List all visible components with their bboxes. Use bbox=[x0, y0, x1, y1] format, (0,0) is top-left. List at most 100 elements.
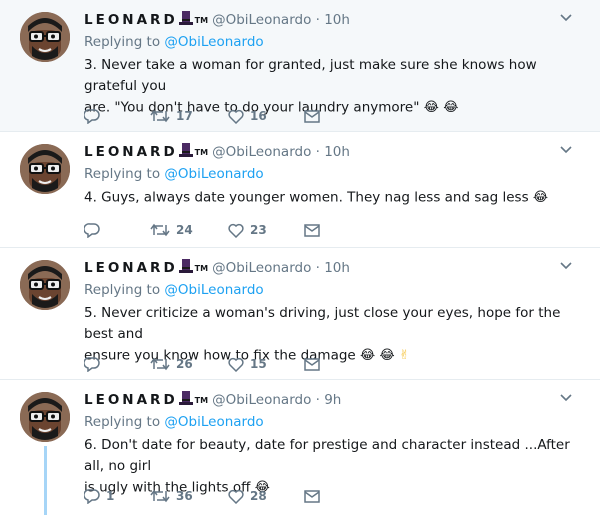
retweet-icon bbox=[150, 223, 170, 237]
avatar[interactable] bbox=[20, 260, 70, 310]
replying-to-label: Replying to bbox=[84, 166, 165, 182]
trademark-label: TM bbox=[194, 263, 209, 273]
retweet-count: 36 bbox=[176, 489, 193, 503]
dm-button[interactable] bbox=[304, 223, 326, 237]
joy-emoji-icon: 😂 bbox=[443, 100, 459, 115]
handle-timestamp[interactable]: @ObiLeonardo · 10h bbox=[212, 144, 350, 160]
reply-icon bbox=[84, 222, 100, 238]
display-name[interactable]: LEONARD bbox=[84, 12, 178, 28]
handle-timestamp[interactable]: @ObiLeonardo · 10h bbox=[212, 12, 350, 28]
retweet-button[interactable]: 17 bbox=[150, 109, 228, 123]
like-count: 28 bbox=[250, 489, 267, 503]
avatar-icon bbox=[20, 12, 70, 62]
handle-timestamp[interactable]: @ObiLeonardo · 10h bbox=[212, 260, 350, 276]
joy-emoji-icon: 😂 bbox=[379, 348, 395, 363]
tweet-header: LEONARD TM @ObiLeonardo · 10h bbox=[84, 10, 350, 30]
top-hat-icon bbox=[178, 258, 193, 278]
tweet-text-line: 5. Never criticize a woman's driving, ju… bbox=[84, 305, 561, 342]
replying-to: Replying to @ObiLeonardo bbox=[84, 166, 264, 182]
heart-icon bbox=[228, 357, 244, 372]
tweet-text-line: 4. Guys, always date younger women. They… bbox=[84, 189, 529, 206]
tweet-header: LEONARD TM @ObiLeonardo · 10h bbox=[84, 258, 350, 278]
joy-emoji-icon: 😂 bbox=[423, 100, 439, 115]
envelope-icon bbox=[304, 357, 320, 371]
tweet-header: LEONARD TM @ObiLeonardo · 10h bbox=[84, 142, 350, 162]
trademark-label: TM bbox=[194, 147, 209, 157]
display-name[interactable]: LEONARD bbox=[84, 144, 178, 160]
trademark-label: TM bbox=[194, 395, 209, 405]
replying-to-handle[interactable]: @ObiLeonardo bbox=[164, 34, 263, 50]
avatar-icon bbox=[20, 260, 70, 310]
display-name[interactable]: LEONARD bbox=[84, 260, 178, 276]
retweet-icon bbox=[150, 357, 170, 371]
replying-to: Replying to @ObiLeonardo bbox=[84, 34, 264, 50]
retweet-icon bbox=[150, 109, 170, 123]
retweet-button[interactable]: 36 bbox=[150, 489, 228, 503]
tweet-text-line: 3. Never take a woman for granted, just … bbox=[84, 57, 537, 94]
joy-emoji-icon: 😂 bbox=[360, 348, 376, 363]
tweet-actions: 24 23 bbox=[84, 220, 326, 240]
display-name[interactable]: LEONARD bbox=[84, 392, 178, 408]
like-button[interactable]: 16 bbox=[228, 109, 304, 124]
reply-icon bbox=[84, 108, 100, 124]
like-button[interactable]: 28 bbox=[228, 489, 304, 504]
retweet-count: 17 bbox=[176, 109, 193, 123]
replying-to-handle[interactable]: @ObiLeonardo bbox=[164, 414, 263, 430]
avatar[interactable] bbox=[20, 12, 70, 62]
handle-timestamp[interactable]: @ObiLeonardo · 9h bbox=[212, 392, 341, 408]
replying-to-label: Replying to bbox=[84, 414, 165, 430]
reply-button[interactable] bbox=[84, 108, 150, 124]
retweet-button[interactable]: 26 bbox=[150, 357, 228, 371]
like-count: 23 bbox=[250, 223, 267, 237]
top-hat-icon bbox=[178, 390, 193, 410]
thread-connector-line bbox=[44, 446, 47, 515]
reply-button[interactable] bbox=[84, 356, 150, 372]
reply-button[interactable] bbox=[84, 222, 150, 238]
top-hat-icon bbox=[178, 10, 193, 30]
retweet-count: 26 bbox=[176, 357, 193, 371]
joy-emoji-icon: 😂 bbox=[532, 190, 549, 205]
dm-button[interactable] bbox=[304, 489, 326, 503]
chevron-down-icon[interactable] bbox=[560, 14, 572, 22]
envelope-icon bbox=[304, 223, 320, 237]
replying-to-label: Replying to bbox=[84, 282, 165, 298]
tweet-actions: 17 16 bbox=[84, 106, 326, 126]
retweet-button[interactable]: 24 bbox=[150, 223, 228, 237]
like-button[interactable]: 15 bbox=[228, 357, 304, 372]
chevron-down-icon[interactable] bbox=[560, 262, 572, 270]
tweet[interactable]: LEONARD TM @ObiLeonardo · 10h Replying t… bbox=[0, 132, 600, 248]
top-hat-icon bbox=[178, 142, 193, 162]
tweet-text-line: 6. Don't date for beauty, date for prest… bbox=[84, 437, 570, 474]
dm-button[interactable] bbox=[304, 357, 326, 371]
replying-to: Replying to @ObiLeonardo bbox=[84, 414, 264, 430]
chevron-down-icon[interactable] bbox=[560, 394, 572, 402]
retweet-count: 24 bbox=[176, 223, 193, 237]
avatar-icon bbox=[20, 392, 70, 442]
victory-hand-icon: ✌ bbox=[399, 348, 410, 363]
envelope-icon bbox=[304, 489, 320, 503]
reply-icon bbox=[84, 488, 100, 504]
heart-icon bbox=[228, 223, 244, 238]
trademark-label: TM bbox=[194, 15, 209, 25]
tweet-header: LEONARD TM @ObiLeonardo · 9h bbox=[84, 390, 341, 410]
avatar[interactable] bbox=[20, 144, 70, 194]
reply-icon bbox=[84, 356, 100, 372]
tweet[interactable]: LEONARD TM @ObiLeonardo · 9h Replying to… bbox=[0, 380, 600, 515]
heart-icon bbox=[228, 489, 244, 504]
like-count: 16 bbox=[250, 109, 267, 123]
avatar-icon bbox=[20, 144, 70, 194]
like-count: 15 bbox=[250, 357, 267, 371]
tweet[interactable]: LEONARD TM @ObiLeonardo · 10h Replying t… bbox=[0, 248, 600, 380]
like-button[interactable]: 23 bbox=[228, 223, 304, 238]
replying-to-handle[interactable]: @ObiLeonardo bbox=[164, 166, 263, 182]
retweet-icon bbox=[150, 489, 170, 503]
tweet[interactable]: LEONARD TM @ObiLeonardo · 10h Replying t… bbox=[0, 0, 600, 132]
replying-to-handle[interactable]: @ObiLeonardo bbox=[164, 282, 263, 298]
chevron-down-icon[interactable] bbox=[560, 146, 572, 154]
replying-to: Replying to @ObiLeonardo bbox=[84, 282, 264, 298]
tweet-text: 4. Guys, always date younger women. They… bbox=[84, 187, 574, 209]
reply-button[interactable]: 1 bbox=[84, 488, 150, 504]
avatar[interactable] bbox=[20, 392, 70, 442]
dm-button[interactable] bbox=[304, 109, 326, 123]
envelope-icon bbox=[304, 109, 320, 123]
